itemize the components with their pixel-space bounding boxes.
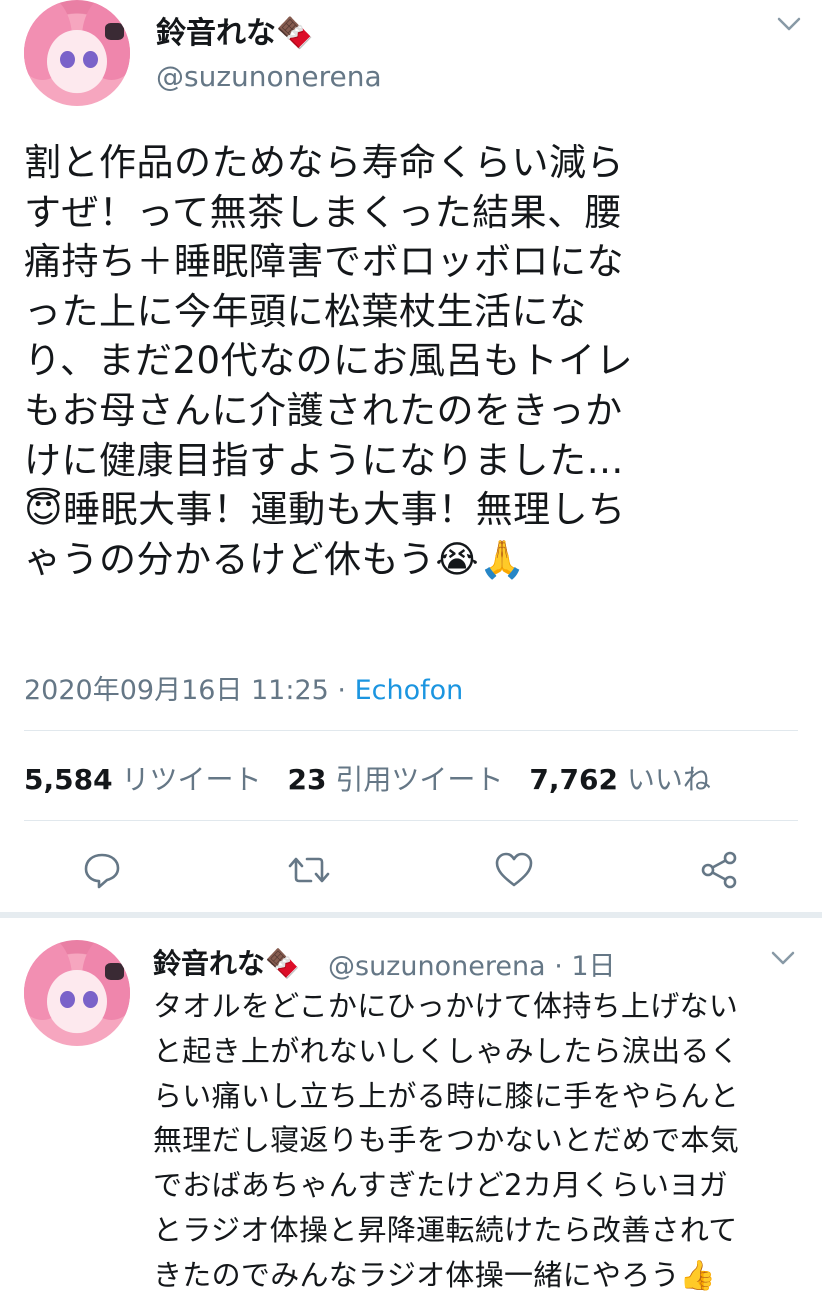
- chevron-down-icon[interactable]: [770, 948, 796, 968]
- reply-text: タオルをどこかにひっかけて体持ち上げない と起き上がれないしくしゃみしたら涙出る…: [153, 989, 740, 1292]
- reply-author-name[interactable]: 鈴音れな🍫: [153, 942, 300, 982]
- reply-handle[interactable]: @suzunonerena: [328, 951, 546, 982]
- divider: [24, 730, 798, 731]
- tweet-date: 2020年09月16日 11:25: [24, 675, 329, 706]
- tweet-text: 割と作品のためなら寿命くらい減ら すぜ！って無茶しまくった結果、腰 痛持ち＋睡眠…: [24, 141, 634, 581]
- reply-author-handle: @suzunonerena · 1日: [328, 944, 616, 983]
- author-avatar[interactable]: [24, 0, 130, 106]
- reply-author-avatar[interactable]: [24, 940, 130, 1046]
- author-name[interactable]: 鈴音れな🍫: [156, 8, 313, 52]
- divider: [24, 820, 798, 821]
- tweet-stats: 5,584 リツイート 23 引用ツイート 7,762 いいね: [24, 758, 711, 798]
- author-handle[interactable]: @suzunonerena: [156, 60, 382, 93]
- retweets-stat[interactable]: 5,584 リツイート: [24, 763, 262, 796]
- likes-stat[interactable]: 7,762 いいね: [529, 763, 711, 796]
- quotes-stat[interactable]: 23 引用ツイート: [288, 763, 504, 796]
- meta-separator: ·: [328, 675, 355, 706]
- section-separator: [0, 912, 822, 918]
- reply-icon[interactable]: [80, 848, 124, 892]
- tweet-source-link[interactable]: Echofon: [355, 675, 464, 706]
- like-icon[interactable]: [492, 848, 536, 892]
- retweet-icon[interactable]: [287, 848, 331, 892]
- chevron-down-icon[interactable]: [776, 14, 802, 34]
- tweet-meta: 2020年09月16日 11:25 · Echofon: [24, 668, 463, 707]
- share-icon[interactable]: [697, 848, 741, 892]
- reply-time[interactable]: · 1日: [554, 951, 615, 982]
